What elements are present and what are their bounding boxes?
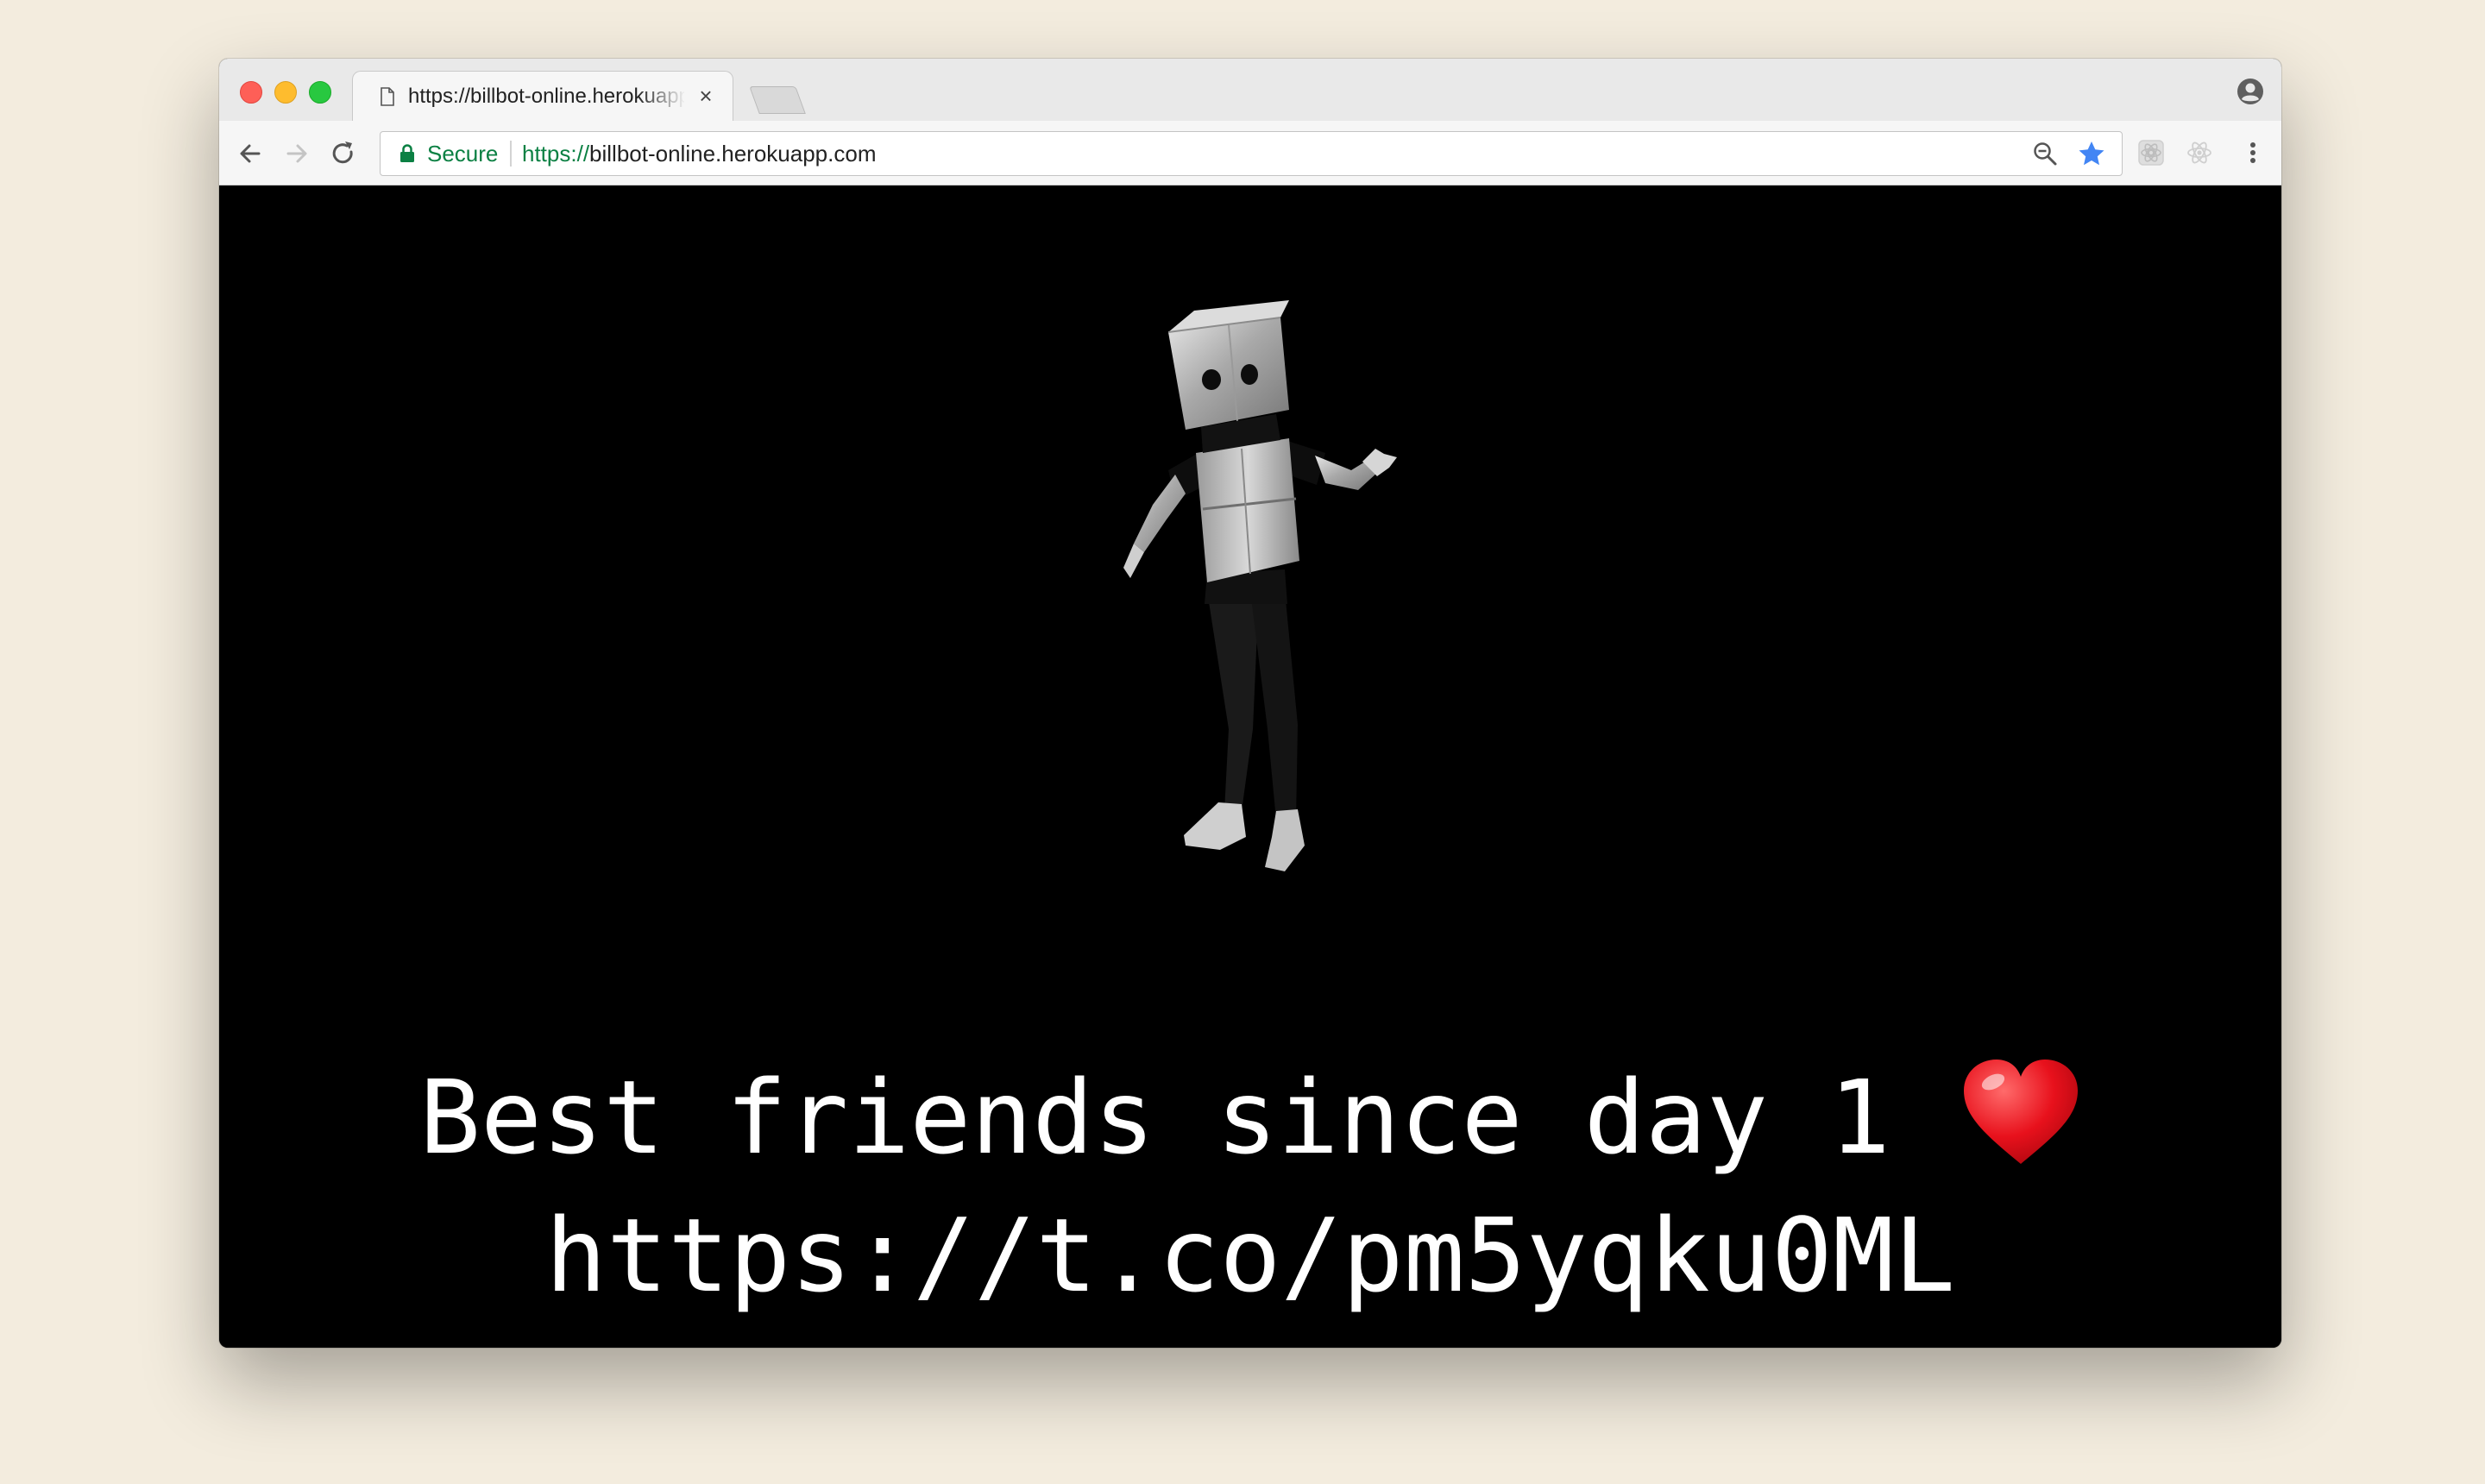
browser-toolbar: Secure https://billbot-online.herokuapp.… (219, 121, 2281, 186)
url-host: billbot-online.herokuapp.com (589, 141, 877, 167)
lock-icon (400, 144, 414, 162)
caption-line-2[interactable]: https://t.co/pm5yqku0ML (219, 1186, 2281, 1324)
back-icon[interactable] (235, 138, 266, 169)
caption-text: Best friends since day 1 (418, 1058, 1890, 1177)
forward-icon[interactable] (281, 138, 312, 169)
close-icon[interactable]: × (695, 84, 717, 108)
address-bar[interactable]: Secure https://billbot-online.herokuapp.… (380, 131, 2123, 176)
extension-icon[interactable] (2136, 138, 2166, 167)
url-text[interactable]: https://billbot-online.herokuapp.com (522, 141, 876, 167)
new-tab-button[interactable] (749, 86, 806, 114)
tab-strip: https://billbot-online.herokuapp.com × (219, 59, 2281, 122)
page-icon (381, 87, 394, 106)
tab-title-fade (638, 84, 686, 110)
reload-icon[interactable] (328, 138, 359, 169)
caption-line-1: Best friends since day 1 (219, 1048, 2281, 1186)
profile-icon[interactable] (2236, 78, 2264, 105)
secure-label[interactable]: Secure (427, 141, 498, 167)
bookmark-star-icon[interactable] (2077, 139, 2106, 168)
react-devtools-icon[interactable] (2185, 138, 2214, 167)
omnibox-divider (510, 141, 512, 167)
tab-billbot[interactable]: https://billbot-online.herokuapp.com × (352, 71, 733, 122)
tweet-caption: Best friends since day 1 https://t.co/pm… (219, 1048, 2281, 1324)
robot-costume-figure (1123, 300, 1397, 871)
heart-emoji-icon (1964, 1060, 2079, 1164)
page-content: Best friends since day 1 https://t.co/pm… (219, 186, 2281, 1348)
close-window-button[interactable] (240, 81, 262, 104)
minimize-window-button[interactable] (274, 81, 297, 104)
menu-icon[interactable] (2238, 138, 2268, 167)
zoom-icon[interactable] (2032, 141, 2058, 167)
maximize-window-button[interactable] (309, 81, 331, 104)
browser-window: https://billbot-online.herokuapp.com × (219, 59, 2281, 1348)
url-scheme: https:// (522, 141, 590, 167)
